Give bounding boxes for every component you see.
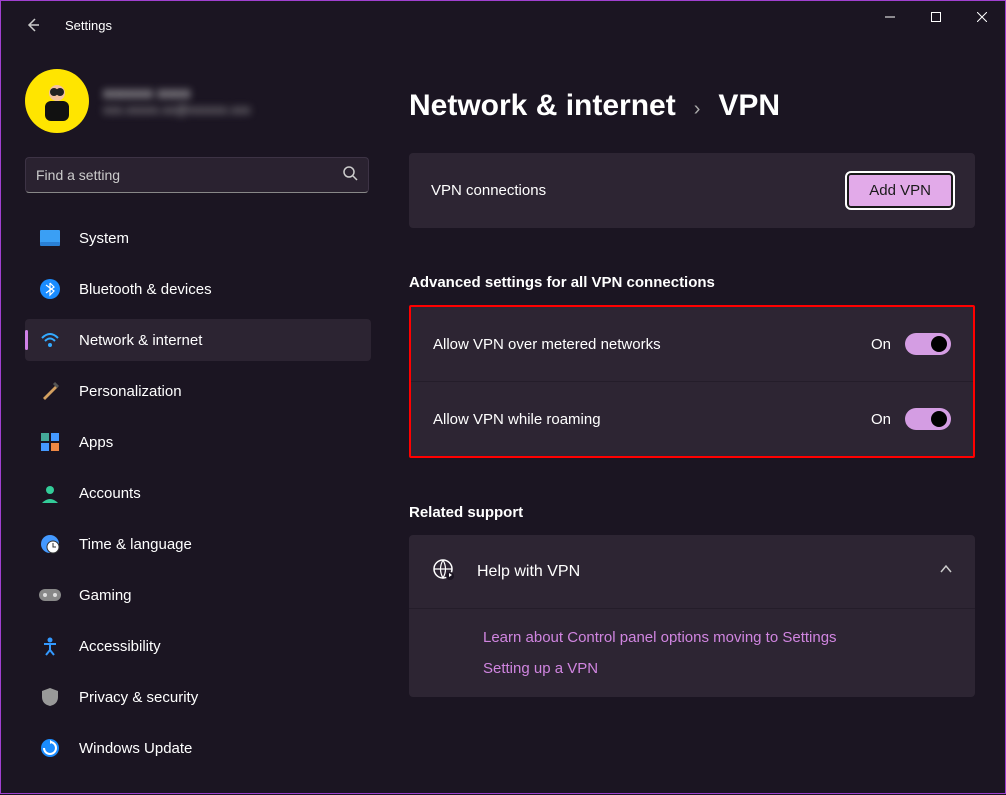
sidebar-item-personalization[interactable]: Personalization bbox=[25, 370, 371, 412]
sidebar-item-label: Accessibility bbox=[79, 638, 161, 655]
wifi-icon bbox=[39, 329, 61, 351]
profile-name: xxxxxx xxxx bbox=[103, 85, 251, 102]
search-input[interactable] bbox=[36, 167, 342, 183]
sidebar-item-gaming[interactable]: Gaming bbox=[25, 574, 371, 616]
sidebar-item-label: Personalization bbox=[79, 383, 182, 400]
sidebar-item-network[interactable]: Network & internet bbox=[25, 319, 371, 361]
sidebar-item-privacy[interactable]: Privacy & security bbox=[25, 676, 371, 718]
setting-row-roaming: Allow VPN while roaming On bbox=[411, 381, 973, 456]
avatar bbox=[25, 69, 89, 133]
advanced-heading: Advanced settings for all VPN connection… bbox=[409, 274, 975, 291]
sidebar-item-system[interactable]: System bbox=[25, 217, 371, 259]
system-icon bbox=[39, 227, 61, 249]
close-icon bbox=[977, 12, 987, 22]
roaming-toggle[interactable] bbox=[905, 408, 951, 430]
breadcrumb-current: VPN bbox=[718, 89, 780, 123]
maximize-button[interactable] bbox=[913, 1, 959, 33]
back-button[interactable] bbox=[21, 13, 45, 37]
help-card: Help with VPN Learn about Control panel … bbox=[409, 535, 975, 697]
metered-toggle[interactable] bbox=[905, 333, 951, 355]
sidebar-item-label: Bluetooth & devices bbox=[79, 281, 212, 298]
close-button[interactable] bbox=[959, 1, 1005, 33]
maximize-icon bbox=[931, 12, 941, 22]
help-link-control-panel[interactable]: Learn about Control panel options moving… bbox=[483, 629, 953, 646]
metered-state: On bbox=[871, 336, 891, 353]
help-link-setup-vpn[interactable]: Setting up a VPN bbox=[483, 660, 953, 677]
profile-section[interactable]: xxxxxx xxxx xxx.xxxxx.xx@xxxxxx.xxx bbox=[25, 69, 371, 133]
vpn-connections-card: VPN connections Add VPN bbox=[409, 153, 975, 228]
clock-globe-icon bbox=[39, 533, 61, 555]
sidebar-item-label: Apps bbox=[79, 434, 113, 451]
sidebar-item-label: Gaming bbox=[79, 587, 132, 604]
web-help-icon bbox=[431, 557, 455, 586]
metered-label: Allow VPN over metered networks bbox=[433, 336, 661, 353]
sidebar-item-label: Time & language bbox=[79, 536, 192, 553]
minimize-button[interactable] bbox=[867, 1, 913, 33]
back-arrow-icon bbox=[25, 17, 41, 33]
sidebar-item-apps[interactable]: Apps bbox=[25, 421, 371, 463]
breadcrumb: Network & internet › VPN bbox=[409, 89, 975, 123]
advanced-settings-group: Allow VPN over metered networks On Allow… bbox=[409, 305, 975, 458]
help-title: Help with VPN bbox=[477, 563, 580, 581]
sidebar-item-accounts[interactable]: Accounts bbox=[25, 472, 371, 514]
sidebar-item-label: Privacy & security bbox=[79, 689, 198, 706]
roaming-state: On bbox=[871, 411, 891, 428]
roaming-label: Allow VPN while roaming bbox=[433, 411, 601, 428]
search-input-container[interactable] bbox=[25, 157, 369, 193]
setting-row-metered: Allow VPN over metered networks On bbox=[411, 307, 973, 381]
add-vpn-button[interactable]: Add VPN bbox=[847, 173, 953, 208]
sidebar-item-label: Accounts bbox=[79, 485, 141, 502]
minimize-icon bbox=[885, 12, 895, 22]
related-heading: Related support bbox=[409, 504, 975, 521]
sidebar-item-accessibility[interactable]: Accessibility bbox=[25, 625, 371, 667]
help-header[interactable]: Help with VPN bbox=[409, 535, 975, 608]
apps-icon bbox=[39, 431, 61, 453]
sidebar-item-label: Windows Update bbox=[79, 740, 192, 757]
chevron-up-icon bbox=[939, 562, 953, 581]
update-icon bbox=[39, 737, 61, 759]
accessibility-icon bbox=[39, 635, 61, 657]
shield-icon bbox=[39, 686, 61, 708]
sidebar-item-windows-update[interactable]: Windows Update bbox=[25, 727, 371, 769]
sidebar-item-label: System bbox=[79, 230, 129, 247]
bluetooth-icon bbox=[39, 278, 61, 300]
paintbrush-icon bbox=[39, 380, 61, 402]
profile-email: xxx.xxxxx.xx@xxxxxx.xxx bbox=[103, 102, 251, 117]
vpn-connections-label: VPN connections bbox=[431, 182, 546, 199]
breadcrumb-separator-icon: › bbox=[694, 98, 701, 121]
sidebar-item-time-language[interactable]: Time & language bbox=[25, 523, 371, 565]
breadcrumb-parent[interactable]: Network & internet bbox=[409, 89, 676, 123]
app-title: Settings bbox=[65, 18, 112, 33]
search-icon bbox=[342, 165, 358, 186]
sidebar-item-bluetooth[interactable]: Bluetooth & devices bbox=[25, 268, 371, 310]
gamepad-icon bbox=[39, 584, 61, 606]
person-icon bbox=[39, 482, 61, 504]
sidebar-item-label: Network & internet bbox=[79, 332, 202, 349]
